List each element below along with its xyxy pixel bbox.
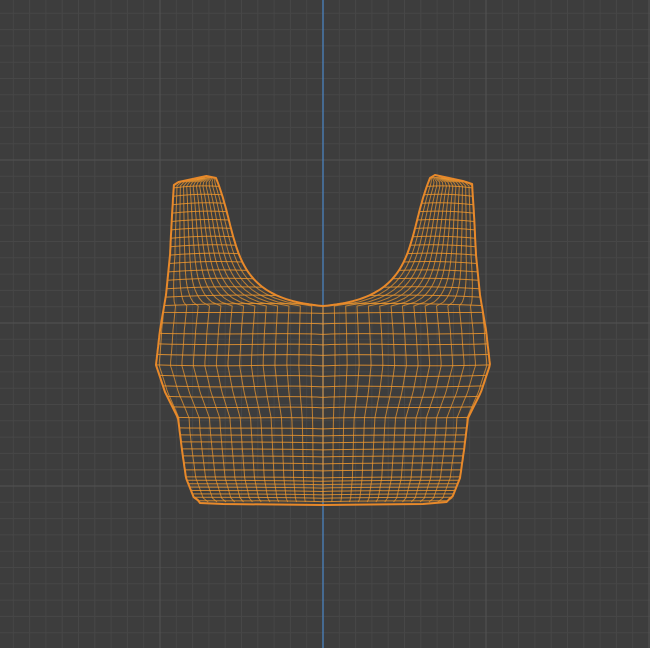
3d-viewport[interactable] <box>0 0 650 648</box>
viewport-canvas[interactable] <box>0 0 650 648</box>
